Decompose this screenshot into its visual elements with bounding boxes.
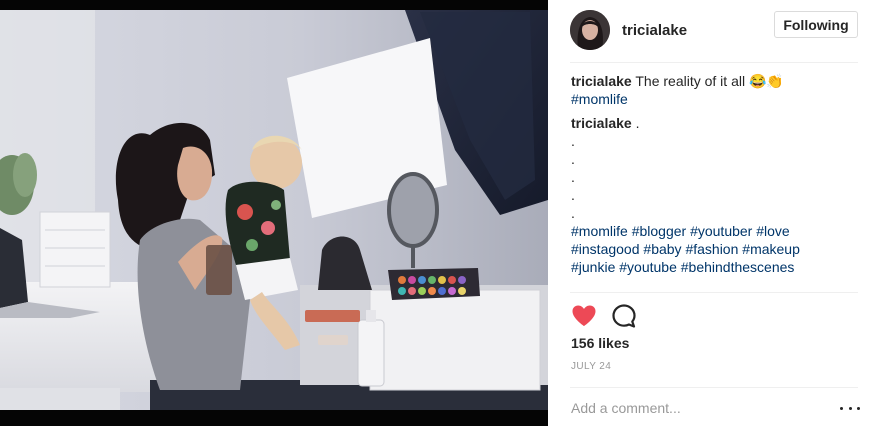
divider [570, 292, 858, 293]
post-image[interactable] [0, 0, 548, 426]
following-button[interactable]: Following [774, 11, 858, 38]
post-date[interactable]: JULY 24 [571, 361, 611, 372]
likes-count[interactable]: 156 likes [571, 335, 629, 351]
comment-hashtags: #momlife #blogger #youtuber #love #insta… [571, 222, 846, 276]
author-username[interactable]: tricialake [622, 22, 687, 39]
comment-dots: . . . . . [571, 132, 859, 222]
comment-dot: . [571, 151, 575, 167]
more-dot [848, 406, 852, 410]
comment-text: . [635, 115, 640, 131]
more-dot [840, 406, 843, 410]
comment-dot: . [571, 169, 575, 185]
comment-bubble-icon[interactable] [610, 302, 638, 330]
heart-filled-icon[interactable] [570, 302, 598, 330]
hashtag-link[interactable]: #makeup [742, 241, 800, 257]
caption-username[interactable]: tricialake [571, 73, 632, 89]
comment-username[interactable]: tricialake [571, 115, 632, 131]
comment-bubble-icon [612, 304, 636, 328]
hashtag-link[interactable]: #momlife [571, 223, 628, 239]
comment-dot: . [571, 205, 575, 221]
caption-emoji: 😂👏 [748, 73, 784, 89]
hashtag-link[interactable]: #blogger [632, 223, 687, 239]
hashtag-link[interactable]: #youtube [619, 259, 677, 275]
more-dot [857, 406, 860, 410]
hashtag-link[interactable]: #junkie [571, 259, 615, 275]
divider [570, 387, 858, 388]
hashtag-link[interactable]: #baby [643, 241, 681, 257]
post-actions [570, 301, 650, 331]
hashtag-link[interactable]: #instagood [571, 241, 640, 257]
caption: tricialake The reality of it all 😂👏 #mom… [571, 72, 859, 108]
hashtag-link[interactable]: #behindthescenes [681, 259, 795, 275]
hashtag-link[interactable]: #fashion [685, 241, 738, 257]
heart-filled-icon [572, 305, 596, 326]
hashtag-link[interactable]: #youtuber [690, 223, 752, 239]
hashtag-link[interactable]: #love [756, 223, 789, 239]
avatar-illustration [570, 10, 610, 50]
comment-dot: . [571, 187, 575, 203]
more-options-icon[interactable] [840, 400, 860, 416]
add-comment-input[interactable] [571, 397, 811, 419]
comment-item: tricialake . . . . . . #momlife #blogger… [571, 114, 859, 276]
caption-hashtag[interactable]: #momlife [571, 91, 628, 107]
comment-dot: . [571, 133, 575, 149]
comments-list: tricialake The reality of it all 😂👏 #mom… [571, 72, 859, 290]
caption-text: The reality of it all [635, 73, 746, 89]
divider [570, 62, 858, 63]
post-photo-illustration [0, 0, 548, 426]
post-side-panel: tricialake Following tricialake The real… [548, 0, 869, 426]
profile-avatar[interactable] [570, 10, 610, 50]
